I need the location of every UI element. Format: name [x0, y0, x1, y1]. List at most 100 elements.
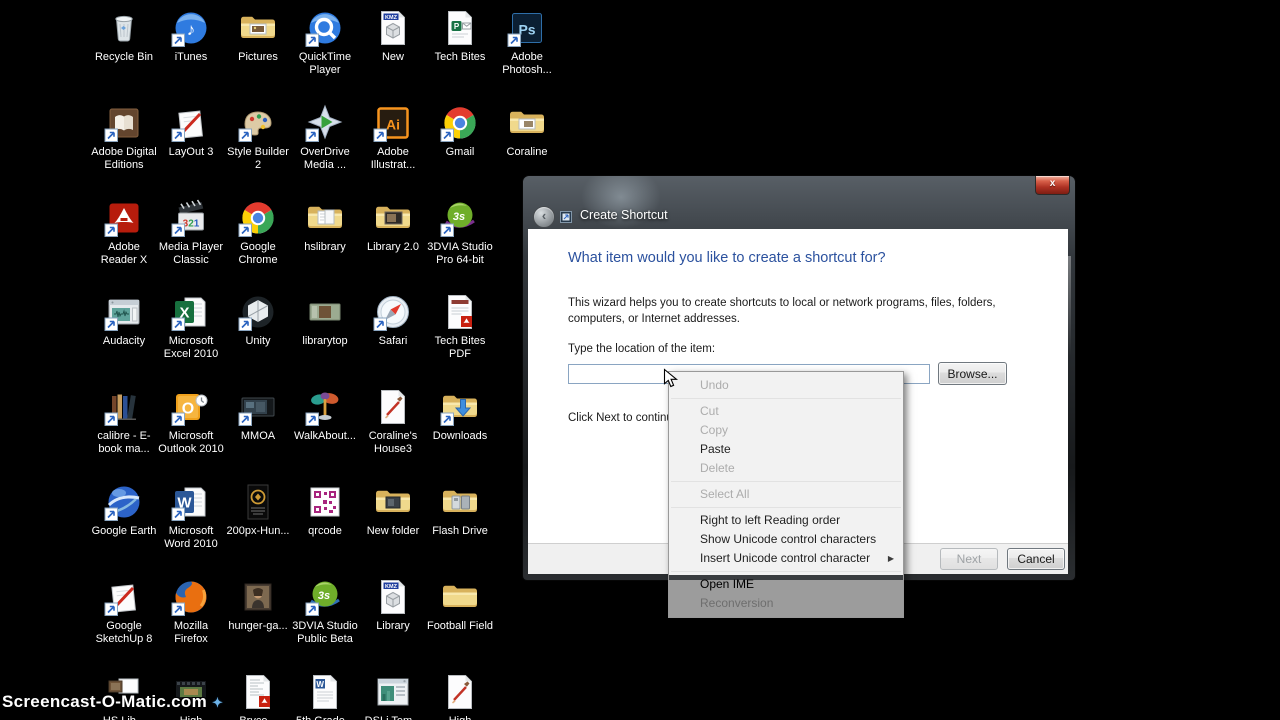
- desktop-icon-qrcode[interactable]: qrcode: [291, 482, 359, 538]
- desktop-icon-flash-drive[interactable]: Flash Drive: [426, 482, 494, 538]
- ai-icon: Ai: [373, 103, 413, 143]
- desktop-icon-library-2-0[interactable]: Library 2.0: [359, 198, 427, 254]
- dialog-titlebar[interactable]: ‹ Create Shortcut x: [523, 176, 1075, 229]
- mouse-cursor: [663, 368, 680, 390]
- svg-text:♪: ♪: [187, 20, 196, 39]
- desktop-icon-label: librarytop: [302, 335, 348, 347]
- desktop-icon-media-player-classic[interactable]: 321 Media Player Classic: [157, 198, 225, 267]
- close-icon: x: [1049, 178, 1056, 189]
- desktop-icon-label: Bryce...: [224, 715, 292, 720]
- location-label: Type the location of the item:: [568, 343, 716, 355]
- desktop-icon-adobe-digital-editions[interactable]: Adobe Digital Editions: [90, 103, 158, 172]
- next-button[interactable]: Next: [940, 548, 998, 570]
- desktop-icon-mozilla-firefox[interactable]: Mozilla Firefox: [157, 577, 225, 646]
- ps-icon: Ps: [507, 8, 547, 48]
- desktop-icon-layout-3[interactable]: LayOut 3: [157, 103, 225, 159]
- itunes-icon: ♪: [171, 8, 211, 48]
- desktop-icon-football-field[interactable]: Football Field: [426, 577, 494, 633]
- menu-item-reconversion: Reconversion: [700, 596, 774, 610]
- desktop-icon-adobe-reader-x[interactable]: Adobe Reader X: [90, 198, 158, 267]
- desktop-icon-label: Pictures: [238, 51, 278, 63]
- desktop-icon-5th-grade[interactable]: W 5th Grade...: [291, 672, 359, 720]
- desktop-icon-bryce[interactable]: Bryce...: [224, 672, 292, 720]
- desktop-icon-label: Downloads: [432, 430, 488, 442]
- desktop-icon-new-folder[interactable]: New folder: [359, 482, 427, 538]
- pencil-page-icon: [373, 387, 413, 427]
- close-button[interactable]: x: [1035, 176, 1070, 195]
- desktop-icon-recycle-bin[interactable]: Recycle Bin: [90, 8, 158, 64]
- desktop-icon-google-chrome[interactable]: Google Chrome: [224, 198, 292, 267]
- desktop-icon-style-builder-2[interactable]: Style Builder 2: [224, 103, 292, 172]
- folder-photo-icon: [238, 8, 278, 48]
- desktop-icon-3dvia-studio-pro-64-bit[interactable]: 3s 3DVIA Studio Pro 64-bit: [426, 198, 494, 267]
- shortcut-wizard-icon: [560, 210, 572, 223]
- desktop-icon-mmoa[interactable]: MMOA: [224, 387, 292, 443]
- desktop-icon-label: Unity: [245, 335, 271, 347]
- desktop-icon-overdrive-media[interactable]: OverDrive Media ...: [291, 103, 359, 172]
- desktop-icon-calibre-e-book-ma[interactable]: calibre - E-book ma...: [90, 387, 158, 456]
- desktop-icon-3dvia-studio-public-beta[interactable]: 3s 3DVIA Studio Public Beta: [291, 577, 359, 646]
- desktop-icon-label: Microsoft Outlook 2010: [158, 430, 224, 455]
- desktop-icon-dsli-tem[interactable]: DSLi Tem...: [359, 672, 427, 720]
- desktop-icon-hslibrary[interactable]: hslibrary: [291, 198, 359, 254]
- folder-docs-icon: [305, 198, 345, 238]
- desktop-icon-downloads[interactable]: Downloads: [426, 387, 494, 443]
- desktop-icon-new[interactable]: KMZ New: [359, 8, 427, 64]
- desktop-icon-label: Football Field: [426, 620, 494, 632]
- desktop-icon-high-school[interactable]: High School...: [426, 672, 494, 720]
- outlook-icon: O: [171, 387, 211, 427]
- desktop-icon-label: QuickTime Player: [298, 51, 352, 76]
- dialog-title: Create Shortcut: [580, 208, 668, 222]
- desktop-icon-tech-bites[interactable]: P Tech Bites: [426, 8, 494, 64]
- chrome-icon: [238, 198, 278, 238]
- desktop-icon-walkabout[interactable]: WalkAbout...: [291, 387, 359, 443]
- desktop-icon-coraline[interactable]: Coraline: [493, 103, 561, 159]
- desktop-icon-200px-hun[interactable]: 200px-Hun...: [224, 482, 292, 538]
- desktop-icon-label: Microsoft Excel 2010: [163, 335, 219, 360]
- desktop-icon-unity[interactable]: Unity: [224, 292, 292, 348]
- svg-text:Ps: Ps: [518, 22, 535, 38]
- folder-dark-icon: [373, 482, 413, 522]
- cancel-button[interactable]: Cancel: [1007, 548, 1065, 570]
- desktop-icon-microsoft-word-2010[interactable]: W Microsoft Word 2010: [157, 482, 225, 551]
- folder-drive-icon: [440, 482, 480, 522]
- svg-text:3s: 3s: [453, 211, 465, 223]
- desktop-icon-label: calibre - E-book ma...: [97, 430, 151, 455]
- palette-icon: [238, 103, 278, 143]
- desktop-icon-adobe-photosh[interactable]: Ps Adobe Photosh...: [493, 8, 561, 77]
- desktop-icon-tech-bites-pdf[interactable]: Tech Bites PDF: [426, 292, 494, 361]
- desktop-icon-adobe-illustrat[interactable]: Ai Adobe Illustrat...: [359, 103, 427, 172]
- menu-item-open-ime[interactable]: Open IME: [669, 575, 903, 594]
- excel-icon: X: [171, 292, 211, 332]
- desktop-icon-microsoft-excel-2010[interactable]: X Microsoft Excel 2010: [157, 292, 225, 361]
- desktop-icon-google-earth[interactable]: Google Earth: [90, 482, 158, 538]
- menu-item-show-unicode-control-characters[interactable]: Show Unicode control characters: [669, 530, 903, 549]
- desktop-icon-label: OverDrive Media ...: [300, 146, 350, 171]
- browse-button[interactable]: Browse...: [938, 362, 1007, 385]
- desktop-icon-itunes[interactable]: ♪ iTunes: [157, 8, 225, 64]
- desktop-icon-quicktime-player[interactable]: QuickTime Player: [291, 8, 359, 77]
- menu-item-insert-unicode-control-character[interactable]: Insert Unicode control character ▶: [669, 549, 903, 568]
- desktop-icon-safari[interactable]: Safari: [359, 292, 427, 348]
- desktop-icon-gmail[interactable]: Gmail: [426, 103, 494, 159]
- desktop-icon-label: LayOut 3: [168, 146, 214, 158]
- desktop-icon-pictures[interactable]: Pictures: [224, 8, 292, 64]
- desktop-icon-hunger-ga[interactable]: hunger-ga...: [224, 577, 292, 633]
- app-window-icon: [373, 672, 413, 712]
- desktop-icon-label: Style Builder 2: [227, 146, 289, 171]
- context-menu: Undo Cut Copy Paste Delete Select All Right to…: [668, 371, 904, 618]
- menu-item-right-to-left-reading-order[interactable]: Right to left Reading order: [669, 511, 903, 530]
- desktop-icon-microsoft-outlook-2010[interactable]: O Microsoft Outlook 2010: [157, 387, 225, 456]
- desktop-icon-library[interactable]: KMZ Library: [359, 577, 427, 633]
- menu-item-paste[interactable]: Paste: [669, 440, 903, 459]
- desktop-icon-librarytop[interactable]: librarytop: [291, 292, 359, 348]
- dialog-heading: What item would you like to create a sho…: [568, 250, 886, 266]
- desktop-icon-label: Coraline's House3: [368, 430, 418, 455]
- desktop-icon-label: Audacity: [102, 335, 146, 347]
- techpdf-icon: [440, 292, 480, 332]
- desktop-icon-label: Library: [376, 620, 410, 632]
- desktop-icon-coraline-s-house3[interactable]: Coraline's House3: [359, 387, 427, 456]
- svg-text:P: P: [454, 22, 460, 31]
- desktop-icon-audacity[interactable]: Audacity: [90, 292, 158, 348]
- desktop-icon-google-sketchup-8[interactable]: Google SketchUp 8: [90, 577, 158, 646]
